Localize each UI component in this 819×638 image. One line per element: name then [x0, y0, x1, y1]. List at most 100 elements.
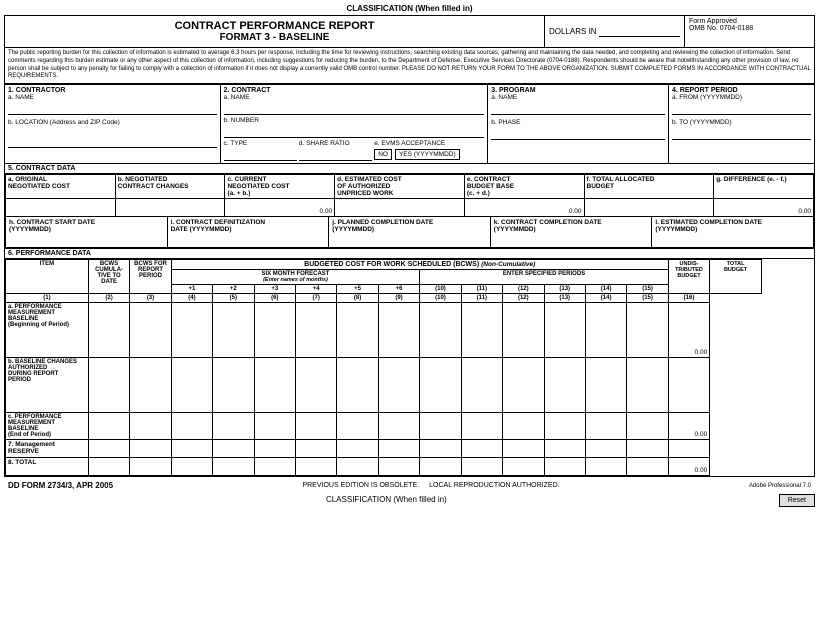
mgmt-p4[interactable] [295, 440, 336, 458]
row-a-total[interactable]: 0.00 [668, 303, 709, 358]
total-s14[interactable] [585, 458, 626, 476]
row-a-undis[interactable] [627, 303, 668, 358]
planned-completion-value[interactable] [332, 233, 487, 245]
total-s12[interactable] [503, 458, 544, 476]
mgmt-p3[interactable] [254, 440, 295, 458]
contractor-location-field[interactable] [8, 128, 217, 148]
row-a-s14[interactable] [585, 303, 626, 358]
contract-number-field[interactable] [224, 126, 485, 138]
mgmt-p1[interactable] [171, 440, 212, 458]
estimated-completion-value[interactable] [655, 233, 810, 245]
row-b-p2[interactable] [213, 358, 254, 413]
row-c-p2[interactable] [213, 413, 254, 440]
contract-definitization-value[interactable] [171, 233, 326, 245]
row-a-p3[interactable] [254, 303, 295, 358]
total-p4[interactable] [295, 458, 336, 476]
row-c-s13[interactable] [544, 413, 585, 440]
mgmt-s14[interactable] [585, 440, 626, 458]
contract-start-value[interactable] [9, 233, 164, 245]
row-b-total[interactable] [668, 358, 709, 413]
row-a-p4[interactable] [295, 303, 336, 358]
total-s10[interactable] [420, 458, 461, 476]
row-c-total[interactable]: 0.00 [668, 413, 709, 440]
mgmt-p2[interactable] [213, 440, 254, 458]
mgmt-p5[interactable] [337, 440, 378, 458]
row-c-p3[interactable] [254, 413, 295, 440]
col-b-value[interactable] [115, 199, 225, 217]
share-ratio-field[interactable] [299, 149, 372, 161]
total-p3[interactable] [254, 458, 295, 476]
row-b-bcws-report[interactable] [130, 358, 171, 413]
period-14: (14) [585, 285, 626, 294]
row-a-bcws-report[interactable] [130, 303, 171, 358]
col-a-value[interactable] [6, 199, 116, 217]
total-bcws-cum[interactable] [88, 458, 129, 476]
mgmt-s12[interactable] [503, 440, 544, 458]
row-c-bcws-report[interactable] [130, 413, 171, 440]
row-b-s12[interactable] [503, 358, 544, 413]
row-b-s14[interactable] [585, 358, 626, 413]
row-b-p5[interactable] [337, 358, 378, 413]
row-a-s10[interactable] [420, 303, 461, 358]
total-p6[interactable] [378, 458, 419, 476]
row-c-s10[interactable] [420, 413, 461, 440]
total-total[interactable]: 0.00 [668, 458, 709, 476]
row-b-p6[interactable] [378, 358, 419, 413]
total-p5[interactable] [337, 458, 378, 476]
mgmt-s13[interactable] [544, 440, 585, 458]
mgmt-bcws-cum[interactable] [88, 440, 129, 458]
contract-completion-value[interactable] [494, 233, 649, 245]
row-b-s10[interactable] [420, 358, 461, 413]
col-g-header: g. DIFFERENCE (e. - f.) [714, 175, 814, 199]
row-b-s13[interactable] [544, 358, 585, 413]
row-a-bcws-cum[interactable] [88, 303, 129, 358]
row-b-p3[interactable] [254, 358, 295, 413]
total-undis[interactable] [627, 458, 668, 476]
col-g-value[interactable]: 0.00 [714, 199, 814, 217]
total-s11[interactable] [461, 458, 502, 476]
col-e-value[interactable]: 0.00 [464, 199, 584, 217]
row-c-p4[interactable] [295, 413, 336, 440]
row-c-s11[interactable] [461, 413, 502, 440]
total-p2[interactable] [213, 458, 254, 476]
row-c-s12[interactable] [503, 413, 544, 440]
reset-button[interactable]: Reset [779, 494, 815, 507]
row-c-p6[interactable] [378, 413, 419, 440]
program-name-field[interactable] [491, 103, 665, 115]
row-a-p2[interactable] [213, 303, 254, 358]
row-c-s14[interactable] [585, 413, 626, 440]
row-a-s13[interactable] [544, 303, 585, 358]
row-c-p5[interactable] [337, 413, 378, 440]
mgmt-s11[interactable] [461, 440, 502, 458]
col-f-value[interactable] [584, 199, 714, 217]
total-s13[interactable] [544, 458, 585, 476]
row-c-undis[interactable] [627, 413, 668, 440]
mgmt-p6[interactable] [378, 440, 419, 458]
program-phase-field[interactable] [491, 128, 665, 140]
mgmt-undis[interactable] [627, 440, 668, 458]
from-field[interactable] [672, 103, 811, 115]
to-field[interactable] [672, 128, 811, 140]
mgmt-s10[interactable] [420, 440, 461, 458]
total-bcws-report[interactable] [130, 458, 171, 476]
contract-name-field[interactable] [224, 103, 485, 115]
row-a-p5[interactable] [337, 303, 378, 358]
row-b-p4[interactable] [295, 358, 336, 413]
row-b-p1[interactable] [171, 358, 212, 413]
row-c-p1[interactable] [171, 413, 212, 440]
row-b-s11[interactable] [461, 358, 502, 413]
total-p1[interactable] [171, 458, 212, 476]
row-b-bcws-cum[interactable] [88, 358, 129, 413]
mgmt-total[interactable] [668, 440, 709, 458]
row-a-s12[interactable] [503, 303, 544, 358]
col-c-value[interactable]: 0.00 [225, 199, 335, 217]
row-c-bcws-cum[interactable] [88, 413, 129, 440]
row-b-undis[interactable] [627, 358, 668, 413]
contractor-name-field[interactable] [8, 103, 217, 115]
mgmt-bcws-report[interactable] [130, 440, 171, 458]
row-a-p6[interactable] [378, 303, 419, 358]
col-d-value[interactable] [335, 199, 465, 217]
contract-type-field[interactable] [224, 149, 297, 161]
row-a-p1[interactable] [171, 303, 212, 358]
row-a-s11[interactable] [461, 303, 502, 358]
